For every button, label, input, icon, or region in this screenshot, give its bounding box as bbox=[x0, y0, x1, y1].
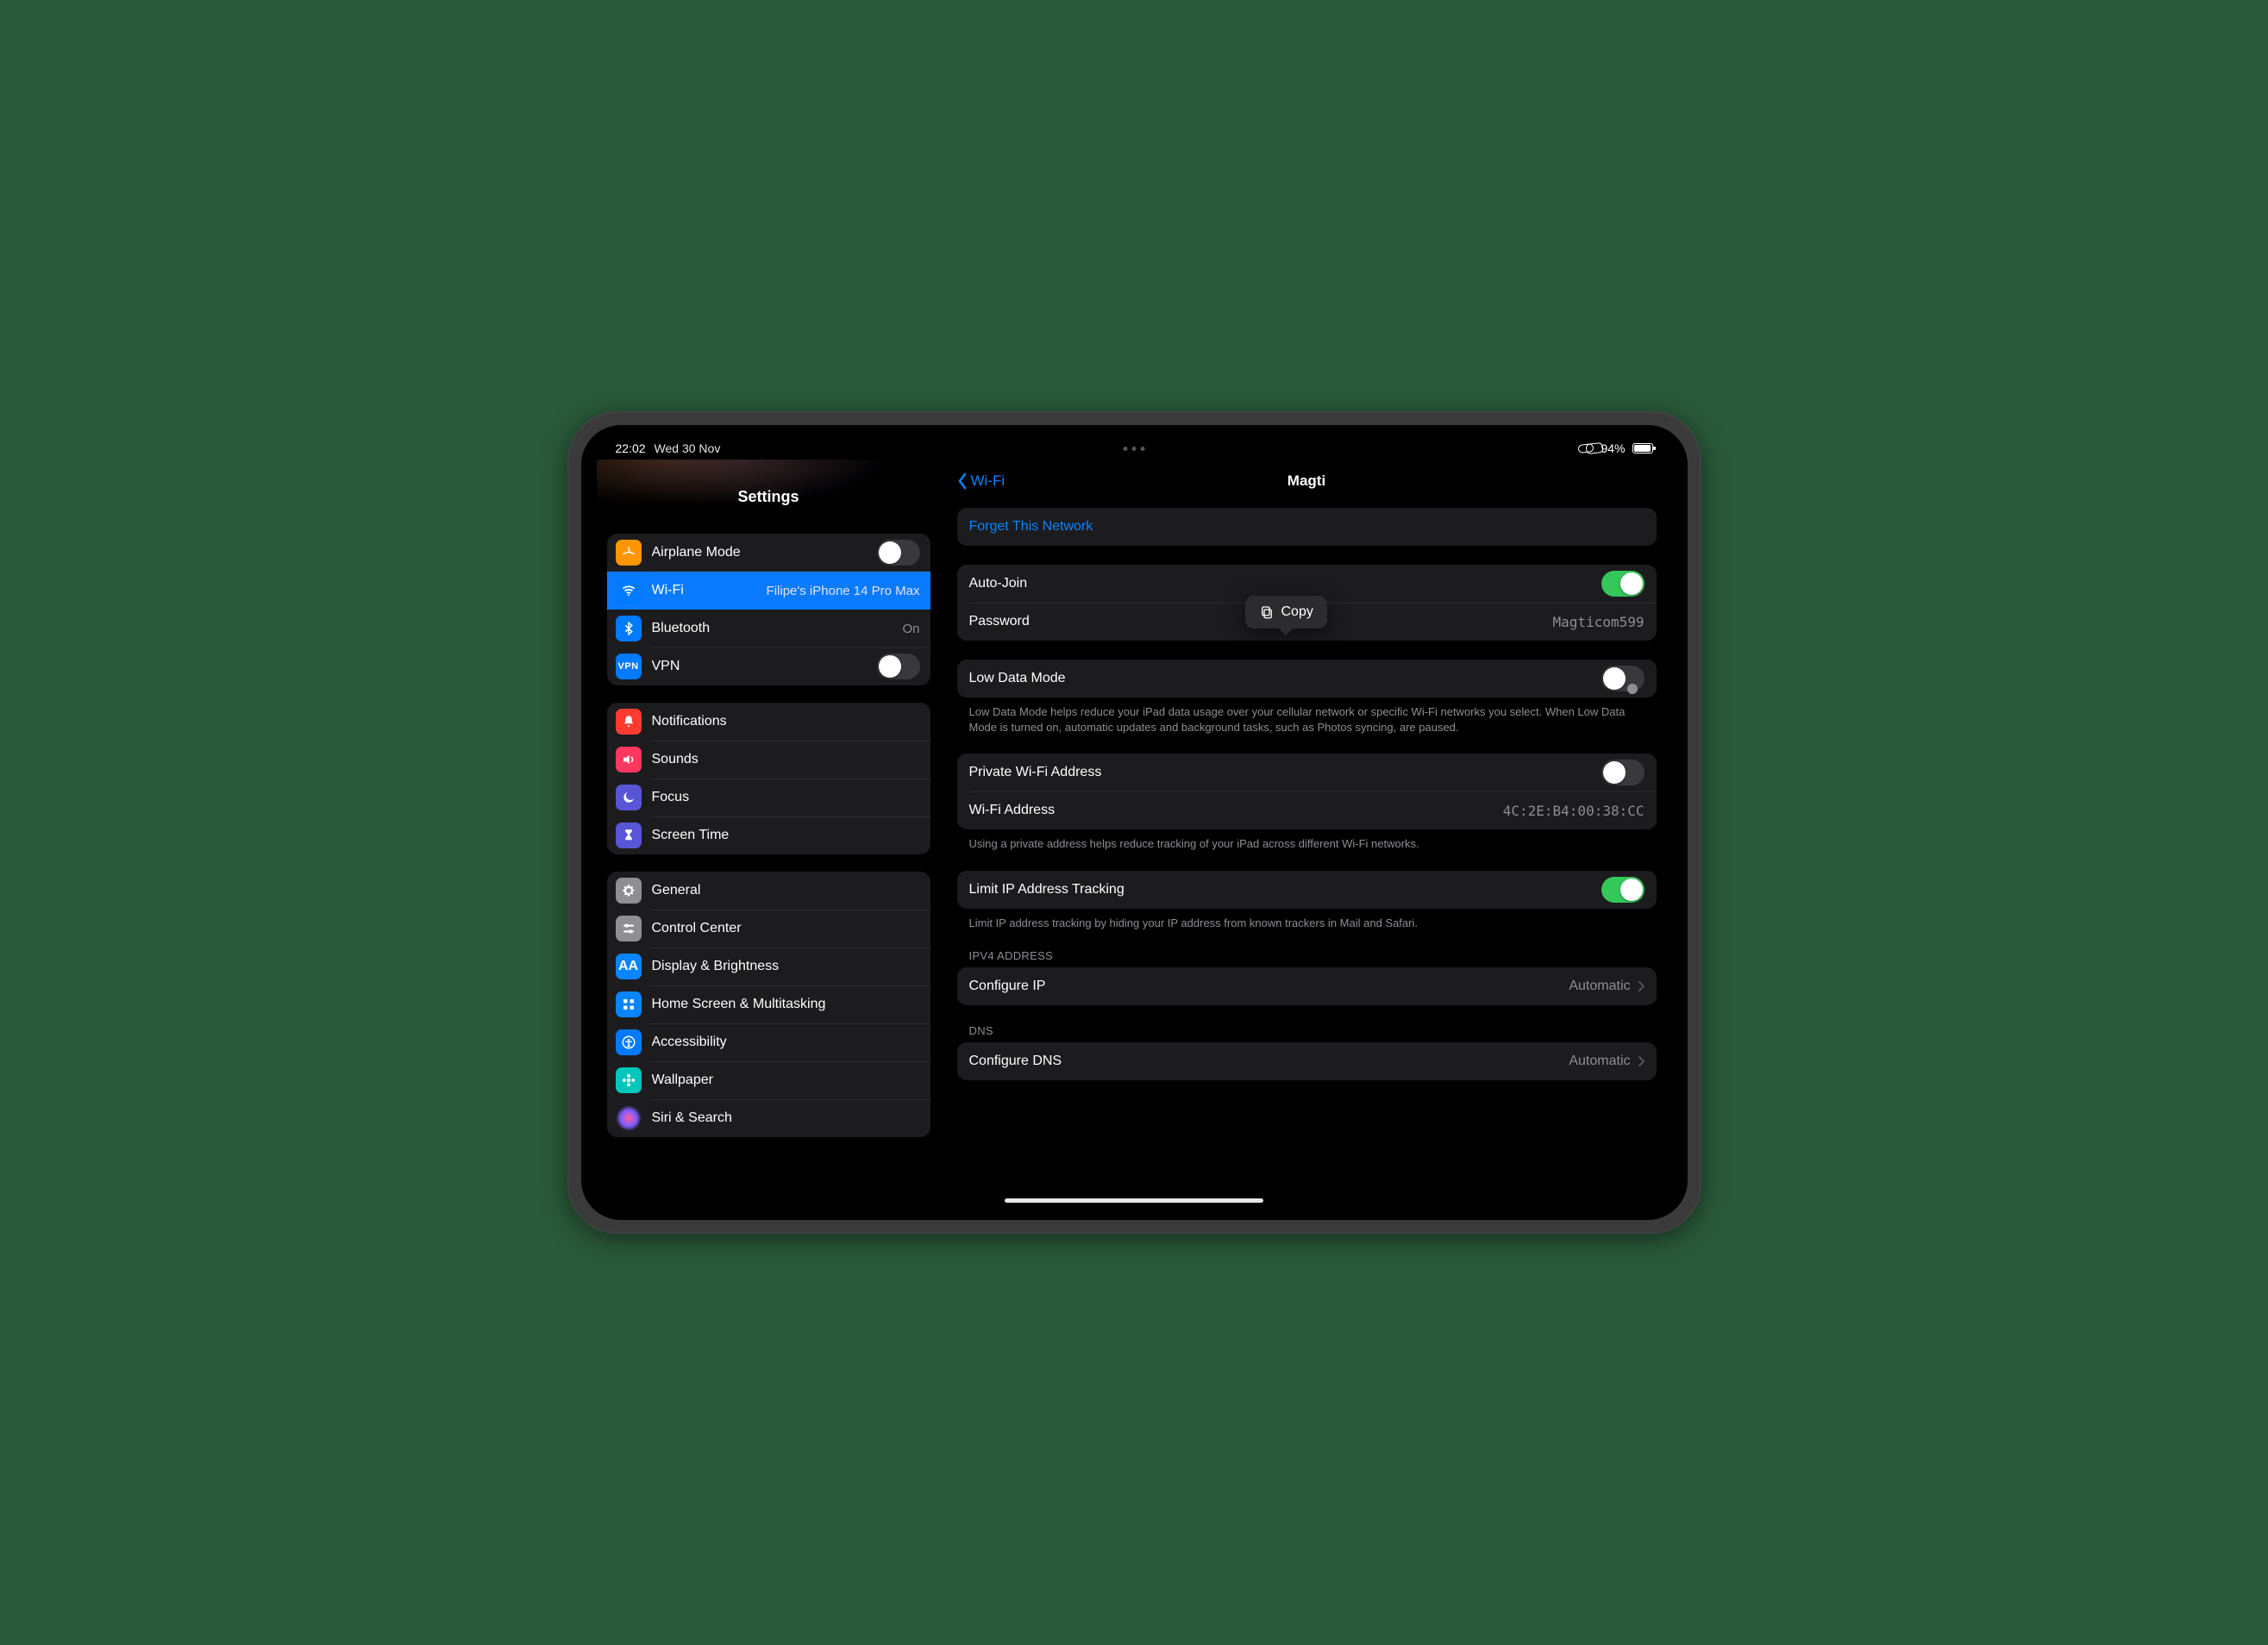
bluetooth-icon bbox=[616, 616, 642, 641]
sidebar-item-label: Focus bbox=[652, 790, 920, 805]
row-configure-ip[interactable]: Configure IP Automatic bbox=[957, 967, 1657, 1005]
siri-icon bbox=[616, 1105, 642, 1131]
private-label: Private Wi-Fi Address bbox=[969, 765, 1601, 780]
row-configure-dns[interactable]: Configure DNS Automatic bbox=[957, 1042, 1657, 1080]
dns-header: DNS bbox=[957, 1005, 1657, 1042]
sidebar-item-label: Wi-Fi bbox=[652, 583, 760, 598]
text-selection-handle[interactable] bbox=[1627, 684, 1638, 694]
lowdata-toggle[interactable] bbox=[1601, 666, 1645, 691]
sidebar-item-label: General bbox=[652, 883, 920, 898]
configureip-value: Automatic bbox=[1569, 979, 1630, 994]
limitip-toggle[interactable] bbox=[1601, 877, 1645, 903]
autojoin-label: Auto-Join bbox=[969, 576, 1601, 591]
configuredns-label: Configure DNS bbox=[969, 1054, 1569, 1069]
sidebar-item-label: Wallpaper bbox=[652, 1073, 920, 1088]
sidebar-item-label: Accessibility bbox=[652, 1035, 920, 1050]
grid-icon bbox=[616, 991, 642, 1017]
wifi-value: Filipe's iPhone 14 Pro Max bbox=[760, 584, 920, 598]
sidebar-item-general[interactable]: General bbox=[607, 872, 930, 910]
lowdata-label: Low Data Mode bbox=[969, 671, 1601, 686]
sidebar-item-label: Airplane Mode bbox=[652, 545, 877, 560]
sidebar-item-bluetooth[interactable]: Bluetooth On bbox=[607, 610, 930, 647]
back-label: Wi-Fi bbox=[971, 472, 1006, 490]
page-title: Settings bbox=[737, 488, 799, 506]
status-bar: 22:02 Wed 30 Nov 94% bbox=[597, 437, 1672, 460]
sidebar-item-wallpaper[interactable]: Wallpaper bbox=[607, 1061, 930, 1099]
sidebar-item-airplane[interactable]: Airplane Mode bbox=[607, 534, 930, 572]
configureip-label: Configure IP bbox=[969, 979, 1569, 994]
sidebar-item-vpn[interactable]: VPN VPN bbox=[607, 647, 930, 685]
display-icon: AA bbox=[616, 954, 642, 979]
sidebar-item-sounds[interactable]: Sounds bbox=[607, 741, 930, 779]
configuredns-value: Automatic bbox=[1569, 1054, 1630, 1069]
autojoin-toggle[interactable] bbox=[1601, 571, 1645, 597]
forget-network-button[interactable]: Forget This Network bbox=[957, 508, 1657, 546]
flower-icon bbox=[616, 1067, 642, 1093]
sidebar-item-label: Bluetooth bbox=[652, 621, 896, 636]
wifi-icon bbox=[616, 578, 642, 604]
row-lowdata: Low Data Mode bbox=[957, 660, 1657, 697]
sidebar-item-label: VPN bbox=[652, 659, 877, 674]
battery-icon bbox=[1632, 443, 1653, 453]
wifiaddr-label: Wi-Fi Address bbox=[969, 803, 1503, 818]
sidebar-item-label: Display & Brightness bbox=[652, 959, 920, 974]
sliders-icon bbox=[616, 916, 642, 941]
sidebar-item-label: Siri & Search bbox=[652, 1110, 920, 1126]
bluetooth-value: On bbox=[895, 622, 919, 636]
chevron-right-icon bbox=[1638, 1055, 1645, 1067]
home-indicator[interactable] bbox=[1005, 1198, 1263, 1203]
settings-sidebar: Settings Airplane Mode bbox=[597, 460, 942, 1208]
chevron-left-icon bbox=[957, 472, 968, 490]
hourglass-icon bbox=[616, 822, 642, 848]
sidebar-item-label: Sounds bbox=[652, 752, 920, 767]
copy-icon bbox=[1259, 604, 1275, 620]
password-value[interactable]: Magticom599 bbox=[1553, 614, 1645, 630]
back-button[interactable]: Wi-Fi bbox=[957, 472, 1006, 490]
bell-icon bbox=[616, 709, 642, 735]
row-limit-ip: Limit IP Address Tracking bbox=[957, 871, 1657, 909]
detail-pane: Wi-Fi Magti Forget This Network bbox=[942, 460, 1672, 1208]
sidebar-item-display[interactable]: AA Display & Brightness bbox=[607, 948, 930, 985]
status-time: 22:02 bbox=[616, 441, 646, 455]
speaker-icon bbox=[616, 747, 642, 772]
private-toggle[interactable] bbox=[1601, 760, 1645, 785]
private-footer: Using a private address helps reduce tra… bbox=[957, 829, 1657, 852]
row-private-address: Private Wi-Fi Address bbox=[957, 754, 1657, 791]
airplane-toggle[interactable] bbox=[877, 540, 920, 566]
vpn-icon: VPN bbox=[616, 654, 642, 679]
limitip-footer: Limit IP address tracking by hiding your… bbox=[957, 909, 1657, 931]
airplane-icon bbox=[616, 540, 642, 566]
sidebar-item-home[interactable]: Home Screen & Multitasking bbox=[607, 985, 930, 1023]
sidebar-item-screentime[interactable]: Screen Time bbox=[607, 816, 930, 854]
sidebar-item-label: Screen Time bbox=[652, 828, 920, 843]
sidebar-item-accessibility[interactable]: Accessibility bbox=[607, 1023, 930, 1061]
vpn-toggle[interactable] bbox=[877, 654, 920, 679]
sidebar-item-control-center[interactable]: Control Center bbox=[607, 910, 930, 948]
detail-title: Magti bbox=[1287, 472, 1325, 490]
sidebar-item-label: Notifications bbox=[652, 714, 920, 729]
copy-popover[interactable]: Copy bbox=[1245, 596, 1327, 629]
sidebar-item-label: Home Screen & Multitasking bbox=[652, 997, 920, 1012]
status-date: Wed 30 Nov bbox=[655, 441, 721, 455]
gear-icon bbox=[616, 878, 642, 904]
sidebar-item-siri[interactable]: Siri & Search bbox=[607, 1099, 930, 1137]
battery-percent: 94% bbox=[1601, 441, 1625, 455]
ipv4-header: IPV4 ADDRESS bbox=[957, 930, 1657, 967]
chevron-right-icon bbox=[1638, 980, 1645, 992]
sidebar-item-focus[interactable]: Focus bbox=[607, 779, 930, 816]
sidebar-item-notifications[interactable]: Notifications bbox=[607, 703, 930, 741]
wifiaddr-value: 4C:2E:B4:00:38:CC bbox=[1503, 803, 1645, 819]
multitask-dots[interactable] bbox=[1124, 447, 1145, 451]
copy-label: Copy bbox=[1281, 604, 1313, 620]
limitip-label: Limit IP Address Tracking bbox=[969, 882, 1601, 898]
row-wifi-address: Wi-Fi Address 4C:2E:B4:00:38:CC bbox=[957, 791, 1657, 829]
accessibility-icon bbox=[616, 1029, 642, 1055]
hotspot-icon bbox=[1578, 443, 1594, 453]
sidebar-item-wifi[interactable]: Wi-Fi Filipe's iPhone 14 Pro Max bbox=[607, 572, 930, 610]
sidebar-header: Settings bbox=[597, 460, 941, 520]
detail-nav: Wi-Fi Magti bbox=[942, 460, 1672, 503]
sidebar-item-label: Control Center bbox=[652, 921, 920, 936]
lowdata-footer: Low Data Mode helps reduce your iPad dat… bbox=[957, 697, 1657, 735]
moon-icon bbox=[616, 785, 642, 810]
